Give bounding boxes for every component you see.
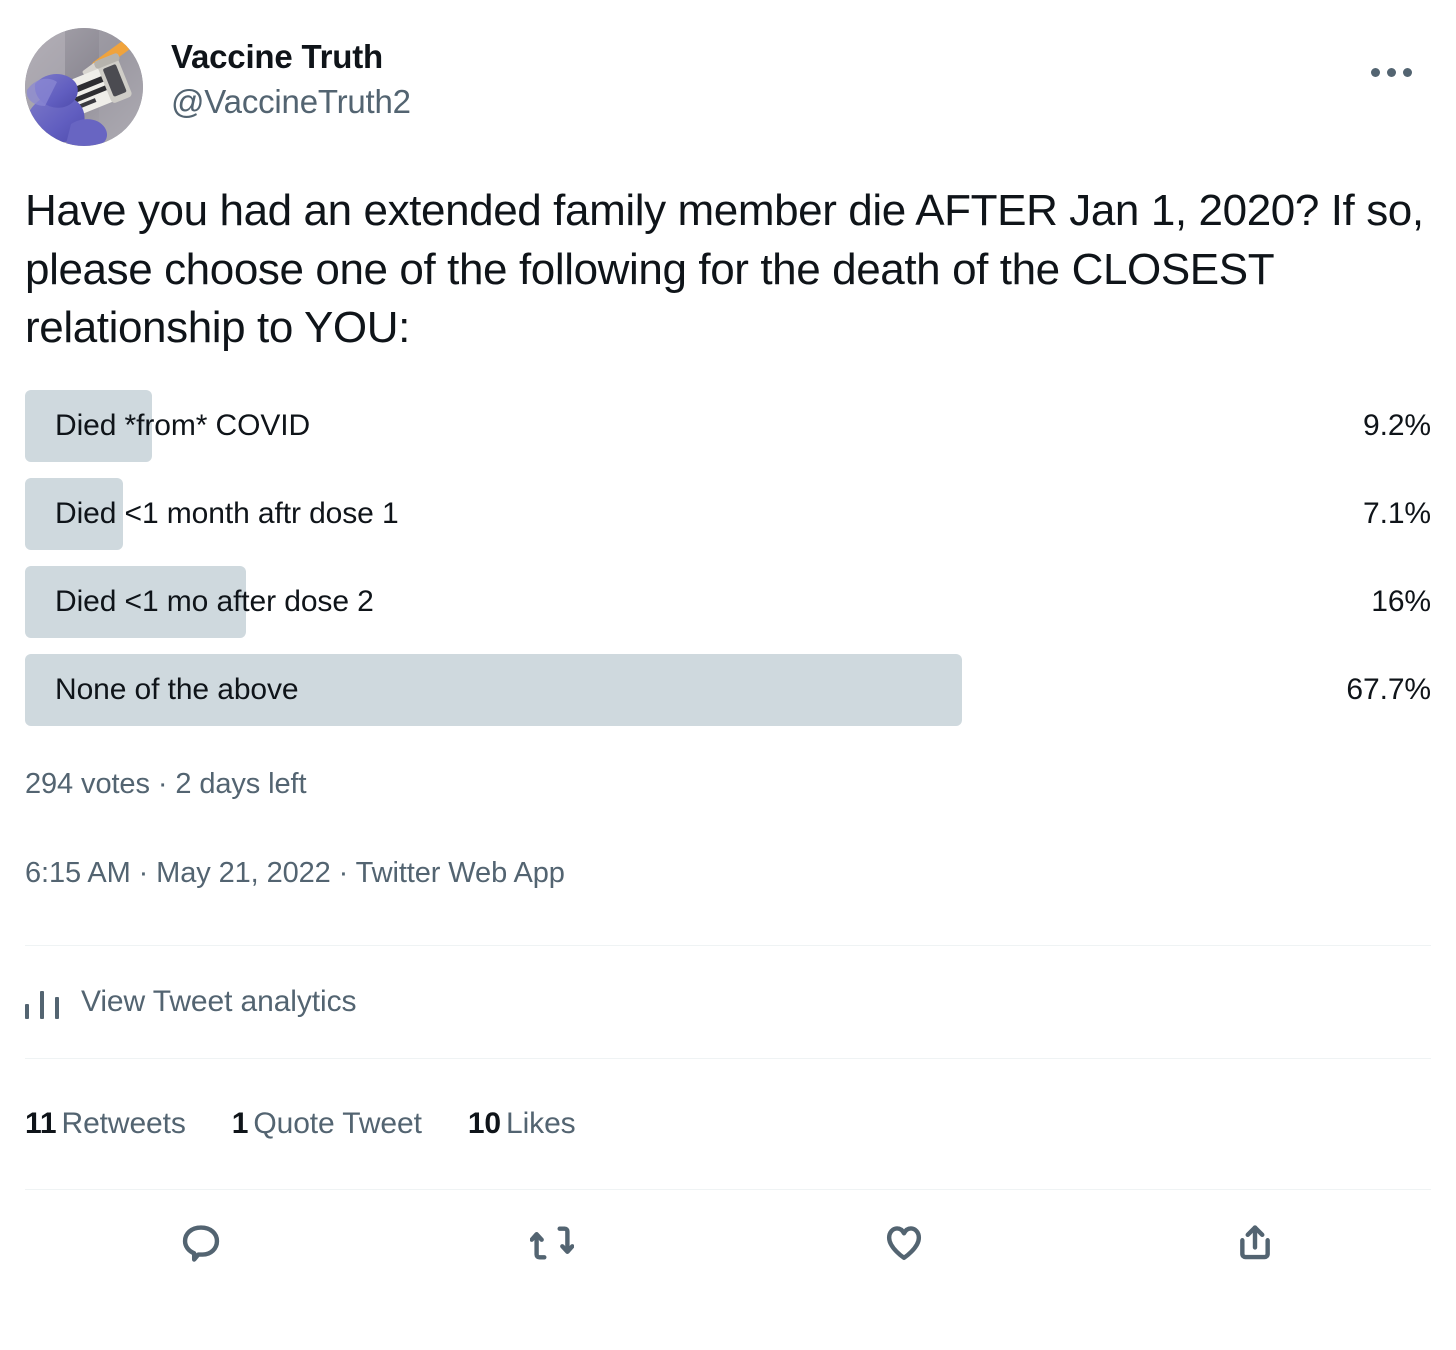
poll-option-label: Died <1 mo after dose 2 [55,584,374,618]
retweet-arrows-icon [530,1226,575,1260]
quote-tweets-label: Quote Tweet [253,1106,422,1140]
like-button[interactable] [728,1221,1080,1265]
speech-bubble-icon [182,1224,219,1262]
user-handle[interactable]: @VaccineTruth2 [171,81,411,124]
retweets-label: Retweets [61,1106,186,1140]
heart-icon [886,1225,921,1260]
retweets-stat[interactable]: 11 Retweets [25,1107,186,1141]
ellipsis-horizontal-icon [1402,67,1412,77]
retweets-count: 11 [25,1106,57,1140]
quote-tweets-stat[interactable]: 1 Quote Tweet [232,1107,422,1141]
poll-option-row[interactable]: None of the above 67.7% [25,653,1431,726]
poll-option-row[interactable]: Died <1 month aftr dose 1 7.1% [25,477,1431,550]
retweet-button[interactable] [377,1221,729,1265]
poll-option-label: None of the above [55,672,299,706]
poll-option-label: Died <1 month aftr dose 1 [55,496,399,530]
likes-stat[interactable]: 10 Likes [468,1107,576,1141]
tweet-text: Have you had an extended family member d… [25,186,1436,353]
tweet-card: Vaccine Truth @VaccineTruth2 Have you ha… [0,0,1456,1350]
tweet-timestamp: 6:15 AM · May 21, 2022 · Twitter Web App [25,856,565,889]
likes-label: Likes [506,1106,576,1140]
poll-option-percent: 7.1% [1363,496,1431,530]
tweet-action-bar [25,1190,1431,1296]
tweet-header: Vaccine Truth @VaccineTruth2 [25,0,1431,146]
poll-option-row[interactable]: Died <1 mo after dose 2 16% [25,565,1431,638]
ellipsis-horizontal-icon [1370,67,1380,77]
view-analytics-label: View Tweet analytics [81,984,357,1018]
identity-block: Vaccine Truth @VaccineTruth2 [171,28,411,124]
ellipsis-horizontal-icon [1386,67,1396,77]
poll-option-percent: 67.7% [1346,672,1431,706]
engagement-stats: 11 Retweets 1 Quote Tweet 10 Likes [25,1059,1431,1189]
reply-button[interactable] [25,1221,377,1265]
poll-option-percent: 16% [1371,584,1431,618]
more-options-button[interactable] [1356,52,1426,92]
poll-option-label: Died *from* COVID [55,408,311,442]
view-analytics-link[interactable]: View Tweet analytics [25,946,1431,1058]
poll: Died *from* COVID 9.2% Died <1 month aft… [25,389,1431,801]
display-name[interactable]: Vaccine Truth [171,36,411,77]
avatar[interactable] [25,28,143,146]
quote-tweets-count: 1 [231,1106,249,1140]
share-button[interactable] [1080,1221,1432,1265]
likes-count: 10 [467,1106,502,1140]
share-up-arrow-icon [1240,1224,1271,1259]
poll-meta: 294 votes · 2 days left [25,767,307,800]
poll-option-percent: 9.2% [1363,408,1431,442]
bar-chart-icon [25,985,59,1019]
poll-option-row[interactable]: Died *from* COVID 9.2% [25,389,1431,462]
